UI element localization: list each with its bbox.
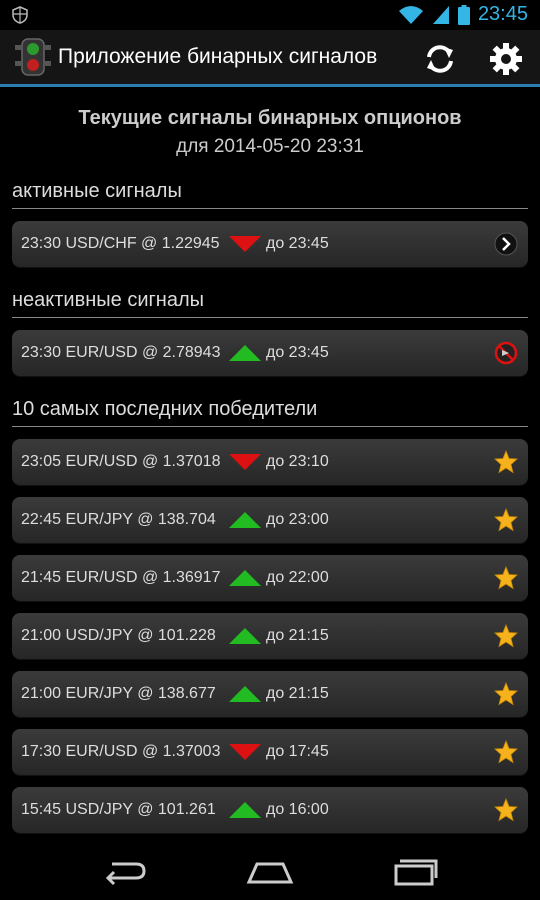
arrow-down-icon xyxy=(229,454,261,470)
signals-list[interactable]: Текущие сигналы бинарных опционов для 20… xyxy=(0,87,540,842)
status-time: 23:45 xyxy=(477,3,528,25)
inactive-signals-list: 23:30 EUR/USD @ 2.78943 до 23:45 xyxy=(0,330,540,376)
gear-icon[interactable] xyxy=(486,39,526,79)
page-subtitle: для 2014-05-20 23:31 xyxy=(176,136,364,157)
wifi-icon xyxy=(398,5,423,24)
signal-text: 15:45 USD/JPY @ 101.261 xyxy=(21,801,216,818)
star-icon xyxy=(494,798,518,822)
active-signals-list: 23:30 USD/CHF @ 1.22945 до 23:45 xyxy=(0,221,540,267)
nav-bar xyxy=(0,842,540,900)
list-item[interactable]: 21:00 USD/JPY @ 101.228 до 21:15 xyxy=(12,613,528,659)
signal-text: 23:05 EUR/USD @ 1.37018 xyxy=(21,453,221,470)
list-item[interactable]: 22:45 EUR/JPY @ 138.704 до 23:00 xyxy=(12,497,528,543)
signal-text: 21:00 EUR/JPY @ 138.677 xyxy=(21,685,216,702)
arrow-up-icon xyxy=(229,628,261,644)
star-icon xyxy=(494,682,518,706)
star-icon xyxy=(494,624,518,648)
signal-until: до 23:10 xyxy=(266,453,329,470)
list-item[interactable]: 15:45 USD/JPY @ 101.261 до 16:00 xyxy=(12,787,528,833)
status-bar: 23:45 xyxy=(0,0,540,30)
arrow-up-icon xyxy=(229,345,261,361)
signal-text: 22:45 EUR/JPY @ 138.704 xyxy=(21,511,216,528)
section-inactive-header: неактивные сигналы xyxy=(12,289,528,318)
refresh-icon[interactable] xyxy=(420,39,460,79)
signal-until: до 21:15 xyxy=(266,627,329,644)
arrow-up-icon xyxy=(229,570,261,586)
signal-icon xyxy=(432,5,449,24)
arrow-down-icon xyxy=(229,744,261,760)
list-item[interactable]: 23:05 EUR/USD @ 1.37018 до 23:10 xyxy=(12,439,528,485)
arrow-down-icon xyxy=(229,236,261,252)
star-icon xyxy=(494,740,518,764)
signal-text: 17:30 EUR/USD @ 1.37003 xyxy=(21,743,221,760)
signal-until: до 16:00 xyxy=(266,801,329,818)
battery-icon xyxy=(457,4,470,25)
arrow-up-icon xyxy=(229,686,261,702)
signal-text: 21:00 USD/JPY @ 101.228 xyxy=(21,627,216,644)
section-winners-header: 10 самых последних победители xyxy=(12,398,528,427)
app-title: Приложение бинарных сигналов xyxy=(58,45,378,68)
list-item[interactable]: 21:00 EUR/JPY @ 138.677 до 21:15 xyxy=(12,671,528,717)
winners-list: 23:05 EUR/USD @ 1.37018 до 23:10 22:45 EUR… xyxy=(0,439,540,833)
signal-until: до 23:45 xyxy=(266,235,329,252)
section-active-header: активные сигналы xyxy=(12,180,528,209)
star-icon xyxy=(494,566,518,590)
back-icon[interactable] xyxy=(100,856,150,886)
recent-apps-icon[interactable] xyxy=(390,856,440,886)
signal-until: до 22:00 xyxy=(266,569,329,586)
chevron-right-icon[interactable] xyxy=(494,232,518,256)
list-item[interactable]: 21:45 EUR/USD @ 1.36917 до 22:00 xyxy=(12,555,528,601)
home-icon[interactable] xyxy=(245,856,295,886)
signal-text: 21:45 EUR/USD @ 1.36917 xyxy=(21,569,221,586)
list-item[interactable]: 23:30 EUR/USD @ 2.78943 до 23:45 xyxy=(12,330,528,376)
action-bar: Приложение бинарных сигналов xyxy=(0,30,540,87)
arrow-up-icon xyxy=(229,802,261,818)
no-entry-icon[interactable] xyxy=(494,341,518,365)
signal-until: до 17:45 xyxy=(266,743,329,760)
signal-until: до 21:15 xyxy=(266,685,329,702)
star-icon xyxy=(494,450,518,474)
signal-text: 23:30 USD/CHF @ 1.22945 xyxy=(21,235,220,252)
page-title: Текущие сигналы бинарных опционов xyxy=(78,107,462,129)
signal-until: до 23:45 xyxy=(266,344,329,361)
star-icon xyxy=(494,508,518,532)
shield-icon xyxy=(12,6,28,24)
list-item[interactable]: 23:30 USD/CHF @ 1.22945 до 23:45 xyxy=(12,221,528,267)
arrow-up-icon xyxy=(229,512,261,528)
signal-until: до 23:00 xyxy=(266,511,329,528)
traffic-light-icon[interactable] xyxy=(14,37,52,77)
list-item[interactable]: 17:30 EUR/USD @ 1.37003 до 17:45 xyxy=(12,729,528,775)
signal-text: 23:30 EUR/USD @ 2.78943 xyxy=(21,344,221,361)
